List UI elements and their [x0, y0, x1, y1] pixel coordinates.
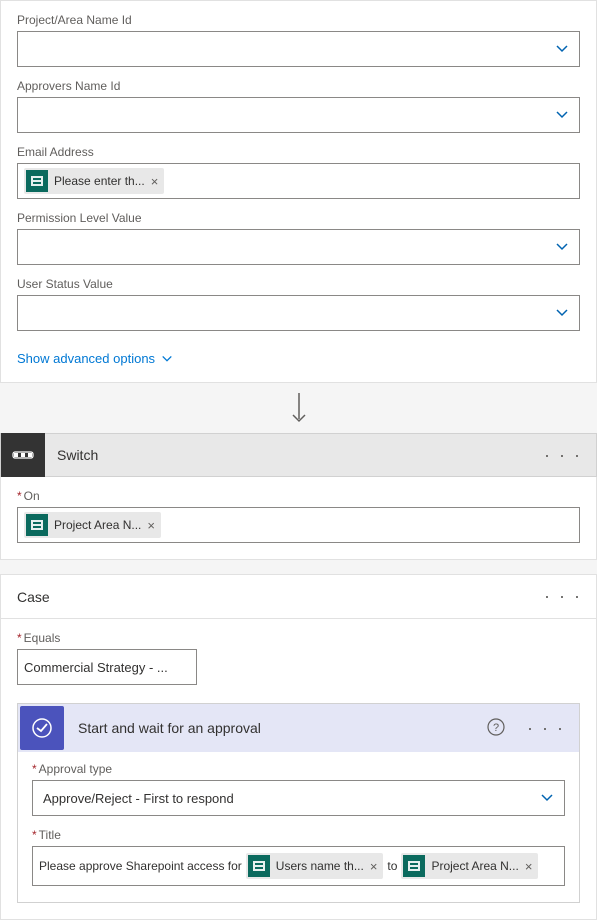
approval-title-field-label: *Title — [32, 828, 565, 842]
case-equals-value: Commercial Strategy - ... — [24, 660, 168, 675]
approval-header[interactable]: Start and wait for an approval ? · · · — [18, 704, 579, 752]
case-equals-input[interactable]: Commercial Strategy - ... — [17, 649, 197, 685]
flow-connector-arrow — [0, 383, 597, 433]
token-label: Project Area N... — [431, 859, 518, 873]
email-label: Email Address — [17, 145, 580, 159]
approval-type-select[interactable]: Approve/Reject - First to respond — [32, 780, 565, 816]
dynamic-content-token[interactable]: Please enter th... × — [24, 168, 164, 194]
approval-title: Start and wait for an approval — [66, 720, 479, 736]
case-header[interactable]: Case · · · — [1, 575, 596, 619]
field-permission: Permission Level Value — [17, 211, 580, 265]
permission-label: Permission Level Value — [17, 211, 580, 225]
project-area-select[interactable] — [17, 31, 580, 67]
approval-action: Start and wait for an approval ? · · · *… — [17, 703, 580, 903]
approval-type-value: Approve/Reject - First to respond — [43, 791, 234, 806]
token-remove-icon[interactable]: × — [151, 174, 159, 189]
switch-title: Switch — [45, 447, 530, 463]
project-area-label: Project/Area Name Id — [17, 13, 580, 27]
token-remove-icon[interactable]: × — [525, 859, 533, 874]
field-approvers: Approvers Name Id — [17, 79, 580, 133]
permission-select[interactable] — [17, 229, 580, 265]
token-remove-icon[interactable]: × — [147, 518, 155, 533]
dynamic-content-token-project[interactable]: Project Area N... × — [401, 853, 538, 879]
switch-header[interactable]: Switch · · · — [0, 433, 597, 477]
forms-icon — [26, 514, 48, 536]
email-input[interactable]: Please enter th... × — [17, 163, 580, 199]
chevron-down-icon — [540, 791, 554, 805]
approval-menu-button[interactable]: · · · — [513, 718, 579, 739]
switch-body: *On Project Area N... × — [0, 477, 597, 560]
field-user-status: User Status Value — [17, 277, 580, 331]
action-config-panel: Project/Area Name Id Approvers Name Id E… — [0, 0, 597, 383]
switch-on-label: *On — [17, 489, 580, 503]
user-status-select[interactable] — [17, 295, 580, 331]
field-project-area: Project/Area Name Id — [17, 13, 580, 67]
help-icon[interactable]: ? — [479, 718, 513, 739]
dynamic-content-token-users[interactable]: Users name th... × — [246, 853, 384, 879]
svg-text:?: ? — [493, 722, 499, 734]
case-step: Case · · · *Equals Commercial Strategy -… — [0, 574, 597, 920]
chevron-down-icon — [555, 306, 569, 320]
chevron-down-icon — [555, 240, 569, 254]
token-label: Please enter th... — [54, 174, 145, 188]
forms-icon — [403, 855, 425, 877]
field-email: Email Address Please enter th... × — [17, 145, 580, 199]
show-advanced-options-link[interactable]: Show advanced options — [17, 351, 173, 366]
token-remove-icon[interactable]: × — [370, 859, 378, 874]
dynamic-content-token[interactable]: Project Area N... × — [24, 512, 161, 538]
approvers-label: Approvers Name Id — [17, 79, 580, 93]
token-label: Project Area N... — [54, 518, 141, 532]
approval-title-input[interactable]: Please approve Sharepoint access for Use… — [32, 846, 565, 886]
forms-icon — [248, 855, 270, 877]
switch-step: Switch · · · *On Project Area N... × — [0, 433, 597, 560]
approval-body: *Approval type Approve/Reject - First to… — [18, 752, 579, 902]
switch-icon — [1, 433, 45, 477]
approvers-select[interactable] — [17, 97, 580, 133]
user-status-label: User Status Value — [17, 277, 580, 291]
case-title: Case — [1, 589, 530, 605]
title-prefix-text: Please approve Sharepoint access for — [39, 859, 242, 873]
chevron-down-icon — [161, 353, 173, 365]
case-equals-label: *Equals — [17, 631, 580, 645]
title-mid-text: to — [387, 859, 397, 873]
token-label: Users name th... — [276, 859, 364, 873]
approval-type-label: *Approval type — [32, 762, 565, 776]
approval-icon — [20, 706, 64, 750]
chevron-down-icon — [555, 42, 569, 56]
forms-icon — [26, 170, 48, 192]
advanced-link-text: Show advanced options — [17, 351, 155, 366]
case-menu-button[interactable]: · · · — [530, 586, 596, 607]
switch-menu-button[interactable]: · · · — [530, 445, 596, 466]
chevron-down-icon — [555, 108, 569, 122]
case-body: *Equals Commercial Strategy - ... Start … — [1, 619, 596, 919]
switch-on-input[interactable]: Project Area N... × — [17, 507, 580, 543]
